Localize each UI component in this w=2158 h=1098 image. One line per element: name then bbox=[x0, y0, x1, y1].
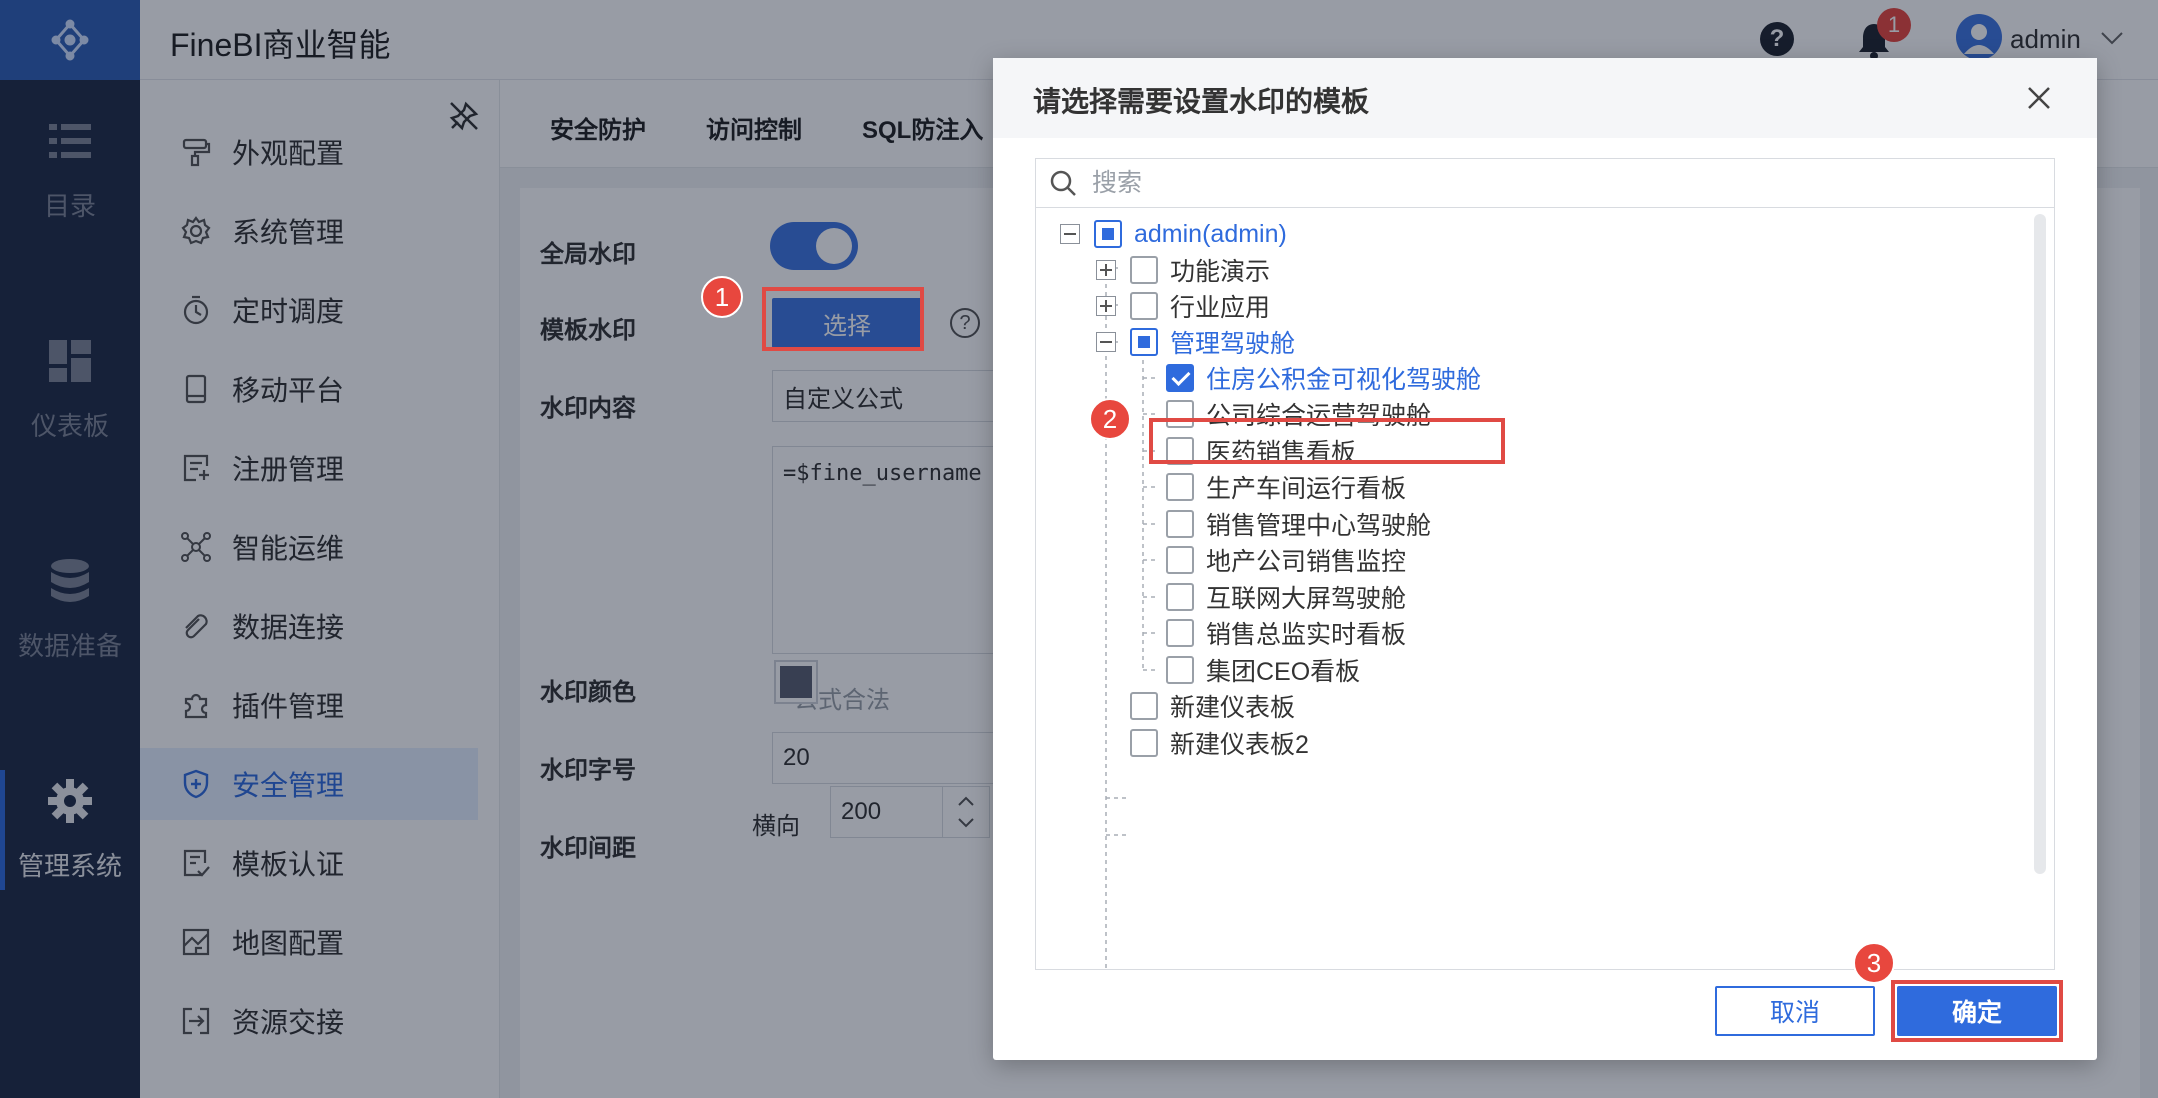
tree-node-dashboard[interactable]: 住房公积金可视化驾驶舱 bbox=[1166, 358, 1481, 398]
tree-node-label: admin(admin) bbox=[1134, 219, 1287, 248]
annotation-box-confirm bbox=[1891, 980, 2063, 1042]
collapse-toggle[interactable] bbox=[1096, 332, 1116, 352]
tree-node-label: 销售总监实时看板 bbox=[1206, 621, 1407, 649]
checkbox[interactable] bbox=[1166, 473, 1194, 501]
tree-node-label: 销售管理中心驾驶舱 bbox=[1206, 512, 1432, 540]
dialog-header: 请选择需要设置水印的模板 bbox=[993, 58, 2097, 138]
checkbox[interactable] bbox=[1166, 619, 1194, 647]
tree-node-folder[interactable]: 功能演示 bbox=[1130, 250, 1270, 290]
tree-node-label: 地产公司销售监控 bbox=[1206, 548, 1407, 576]
tree-node-label: 住房公积金可视化驾驶舱 bbox=[1206, 366, 1482, 394]
tree-node-dashboard[interactable]: 销售管理中心驾驶舱 bbox=[1166, 504, 1431, 544]
tree-node-dashboard[interactable]: 生产车间运行看板 bbox=[1166, 467, 1406, 507]
checkbox[interactable] bbox=[1166, 583, 1194, 611]
tree-node-root[interactable]: admin(admin) bbox=[1094, 214, 1287, 254]
cancel-button[interactable]: 取消 bbox=[1715, 986, 1875, 1036]
checkbox[interactable] bbox=[1166, 364, 1194, 392]
dialog-title: 请选择需要设置水印的模板 bbox=[1033, 86, 1370, 117]
template-tree: admin(admin) 功能演示 行业应用 管理驾驶舱 住房公积金可视化驾驶舱… bbox=[1035, 208, 2055, 970]
tree-node-dashboard[interactable]: 互联网大屏驾驶舱 bbox=[1166, 577, 1406, 617]
checkbox[interactable] bbox=[1166, 656, 1194, 684]
annotation-box-tree-item bbox=[1149, 418, 1505, 464]
checkbox[interactable] bbox=[1130, 292, 1158, 320]
expand-toggle[interactable] bbox=[1096, 260, 1116, 280]
tree-node-label: 行业应用 bbox=[1170, 294, 1271, 322]
step-marker-3: 3 bbox=[1853, 942, 1895, 984]
tree-node-label: 管理驾驶舱 bbox=[1170, 330, 1296, 358]
tree-node-dashboard[interactable]: 新建仪表板 bbox=[1130, 686, 1295, 726]
search-box bbox=[1035, 158, 2055, 208]
checkbox[interactable] bbox=[1094, 220, 1122, 248]
tree-node-folder[interactable]: 管理驾驶舱 bbox=[1130, 322, 1295, 362]
expand-toggle[interactable] bbox=[1096, 296, 1116, 316]
collapse-toggle[interactable] bbox=[1060, 224, 1080, 244]
tree-node-dashboard[interactable]: 新建仪表板2 bbox=[1130, 723, 1309, 763]
checkbox[interactable] bbox=[1166, 546, 1194, 574]
checkbox[interactable] bbox=[1130, 729, 1158, 757]
tree-node-dashboard[interactable]: 地产公司销售监控 bbox=[1166, 540, 1406, 580]
tree-node-label: 互联网大屏驾驶舱 bbox=[1206, 585, 1407, 613]
tree-node-label: 功能演示 bbox=[1170, 258, 1271, 286]
annotation-box-select bbox=[762, 287, 924, 351]
tree-node-label: 新建仪表板 bbox=[1170, 694, 1296, 722]
checkbox[interactable] bbox=[1130, 256, 1158, 284]
checkbox[interactable] bbox=[1130, 692, 1158, 720]
tree-scrollbar[interactable] bbox=[2034, 214, 2046, 874]
checkbox[interactable] bbox=[1166, 510, 1194, 538]
tree-node-dashboard[interactable]: 集团CEO看板 bbox=[1166, 650, 1360, 690]
step-marker-2: 2 bbox=[1089, 398, 1131, 440]
tree-node-dashboard[interactable]: 销售总监实时看板 bbox=[1166, 613, 1406, 653]
close-icon[interactable] bbox=[2023, 82, 2055, 114]
template-select-dialog: 请选择需要设置水印的模板 搜索 admin(admin) 功能演示 行业应用 管… bbox=[993, 58, 2097, 1060]
tree-node-label: 集团CEO看板 bbox=[1206, 658, 1361, 686]
tree-node-label: 新建仪表板2 bbox=[1170, 731, 1309, 759]
search-input[interactable] bbox=[1092, 168, 1992, 198]
tree-node-folder[interactable]: 行业应用 bbox=[1130, 286, 1270, 326]
search-icon bbox=[1050, 170, 1076, 196]
step-marker-1: 1 bbox=[701, 276, 743, 318]
checkbox[interactable] bbox=[1130, 328, 1158, 356]
tree-node-label: 生产车间运行看板 bbox=[1206, 475, 1407, 503]
